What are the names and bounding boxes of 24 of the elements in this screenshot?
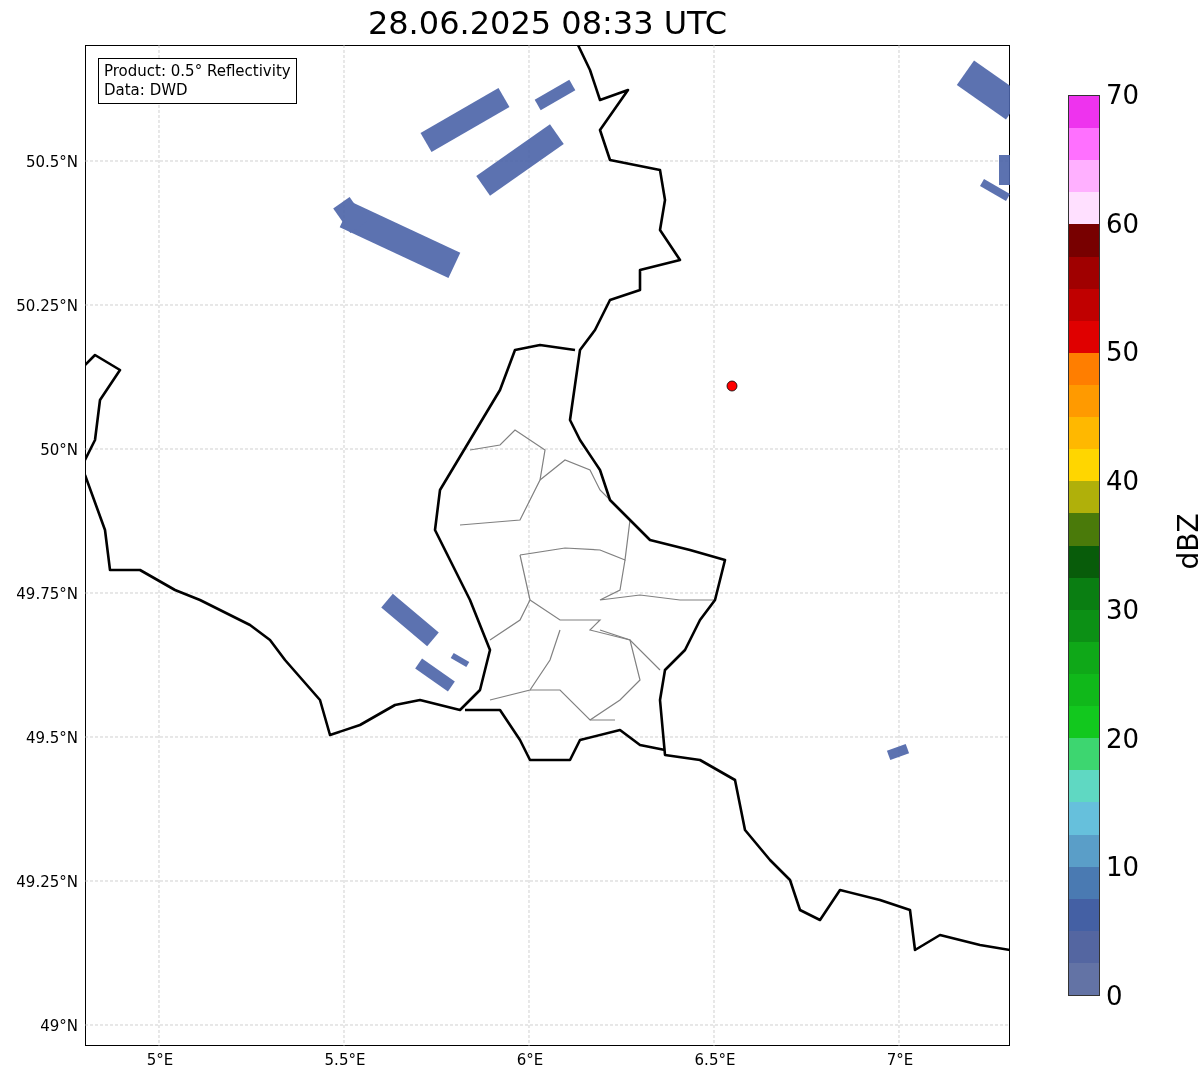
map-title: 28.06.2025 08:33 UTC	[366, 4, 729, 42]
latitude-label: 49.25°N	[16, 873, 78, 891]
info-text: Product: 0.5° Reflectivity	[104, 62, 291, 81]
colorbar-tick-label: 30	[1106, 593, 1140, 626]
latitude-label: 50.25°N	[16, 297, 78, 315]
longitude-label: 6°E	[515, 1051, 545, 1069]
latitude-label: 49.5°N	[25, 729, 78, 747]
colorbar-tick-label: 40	[1106, 465, 1140, 498]
colorbar-tick-label: 60	[1106, 207, 1140, 240]
colorbar-tick-label: 20	[1106, 722, 1140, 755]
colorbar-tick-label: 70	[1106, 79, 1140, 111]
colorbar-tick-label: 0	[1106, 980, 1123, 1012]
latitude-label: 49.75°N	[16, 585, 78, 603]
latitude-label: 49°N	[40, 1017, 78, 1035]
longitude-label: 5°E	[145, 1051, 175, 1069]
colorbar-tick-label: 50	[1106, 336, 1140, 369]
longitude-label: 5.5°E	[323, 1051, 367, 1069]
longitude-label: 6.5°E	[693, 1051, 737, 1069]
longitude-label: 7°E	[885, 1051, 915, 1069]
info-text: Data: DWD	[104, 81, 189, 100]
latitude-label: 50°N	[40, 441, 78, 459]
latitude-label: 50.5°N	[25, 153, 78, 171]
colorbar-label: dBZ	[1171, 513, 1202, 570]
colorbar-tick-label: 10	[1106, 851, 1140, 884]
